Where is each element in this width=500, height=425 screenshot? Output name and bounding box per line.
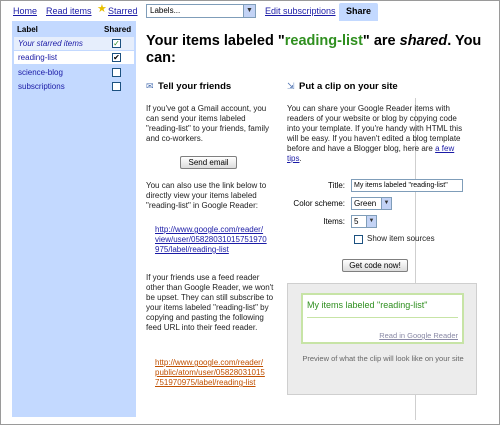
label-row-subscriptions[interactable]: subscriptions — [14, 80, 134, 93]
label-row-reading-list[interactable]: reading-list ✔ — [14, 51, 134, 64]
nav-starred-link[interactable]: Starred — [108, 6, 138, 16]
chevron-down-icon: ▼ — [243, 5, 255, 17]
view-link-text: You can also use the link below to direc… — [146, 181, 267, 210]
title-shared-word: shared — [399, 33, 448, 49]
label-table-header: Label Shared — [12, 23, 136, 35]
title-prefix: Your items labeled " — [146, 33, 285, 49]
color-scheme-select[interactable]: Green ▼ — [351, 197, 392, 210]
shared-checkbox[interactable]: ✔ — [112, 53, 121, 62]
clip-description-end: . — [299, 154, 302, 163]
clip-preview-widget: My items labeled "reading-list" Read in … — [301, 293, 464, 344]
show-item-sources-label: Show item sources — [367, 234, 435, 243]
color-scheme-value: Green — [354, 199, 377, 208]
preview-widget-title: My items labeled "reading-list" — [307, 300, 428, 310]
chevron-down-icon: ▼ — [381, 198, 391, 209]
page-title: Your items labeled "reading-list" are sh… — [146, 33, 486, 67]
get-code-button[interactable]: Get code now! — [342, 259, 408, 272]
feed-reader-text: If your friends use a feed reader other … — [146, 273, 274, 332]
clip-title: Put a clip on your site — [299, 81, 398, 92]
title-label-name: reading-list — [284, 33, 363, 49]
envelope-icon: ✉ — [146, 81, 154, 91]
clip-description: You can share your Google Reader items w… — [287, 104, 463, 164]
nav-edit-subscriptions-link[interactable]: Edit subscriptions — [265, 6, 336, 16]
show-item-sources-checkbox[interactable] — [354, 235, 363, 244]
chevron-down-icon: ▼ — [366, 216, 376, 227]
shared-column-header: Shared — [104, 25, 132, 34]
clip-title-input[interactable]: My items labeled "reading-list" — [351, 179, 463, 192]
labels-dropdown-value: Labels... — [150, 6, 181, 15]
items-count-select[interactable]: 5 ▼ — [351, 215, 377, 228]
tab-share[interactable]: Share — [339, 3, 378, 21]
label-sidebar: Label Shared Your starred items ✓ readin… — [12, 21, 136, 417]
labels-dropdown[interactable]: Labels... ▼ — [146, 4, 256, 18]
tell-friends-gmail-text: If you've got a Gmail account, you can s… — [146, 104, 270, 143]
feed-url-link[interactable]: http://www.google.com/reader/public/atom… — [155, 358, 267, 388]
clip-preview: My items labeled "reading-list" Read in … — [287, 283, 477, 395]
nav-home-link[interactable]: Home — [13, 6, 37, 16]
label-row-science-blog[interactable]: science-blog — [14, 66, 134, 79]
label-row-starred[interactable]: Your starred items ✓ — [14, 37, 134, 50]
clip-icon: ⇲ — [287, 81, 295, 91]
tell-friends-title: Tell your friends — [158, 81, 232, 92]
items-count-value: 5 — [354, 217, 359, 226]
label-column-header: Label — [17, 25, 38, 34]
send-email-button[interactable]: Send email — [180, 156, 237, 169]
title-field-label: Title: — [327, 181, 345, 190]
items-count-label: Items: — [323, 217, 345, 226]
color-scheme-label: Color scheme: — [293, 199, 345, 208]
nav-read-items-link[interactable]: Read items — [46, 6, 92, 16]
title-middle: " are — [362, 33, 400, 49]
read-in-reader-link[interactable]: Read in Google Reader — [379, 331, 458, 340]
preview-caption: Preview of what the clip will look like … — [302, 354, 464, 363]
label-row-name[interactable]: science-blog — [18, 68, 63, 77]
top-nav: Home Read items ★ Starred Labels... ▼ Ed… — [1, 1, 499, 21]
label-row-name[interactable]: reading-list — [18, 53, 57, 62]
shared-checkbox[interactable]: ✓ — [112, 39, 121, 48]
shared-checkbox[interactable] — [112, 68, 121, 77]
label-row-name[interactable]: subscriptions — [18, 82, 65, 91]
view-url-link[interactable]: http://www.google.com/reader/view/user/0… — [155, 225, 267, 255]
label-row-name[interactable]: Your starred items — [18, 39, 83, 48]
preview-divider — [307, 317, 458, 318]
star-icon: ★ — [97, 3, 107, 15]
shared-checkbox[interactable] — [112, 82, 121, 91]
